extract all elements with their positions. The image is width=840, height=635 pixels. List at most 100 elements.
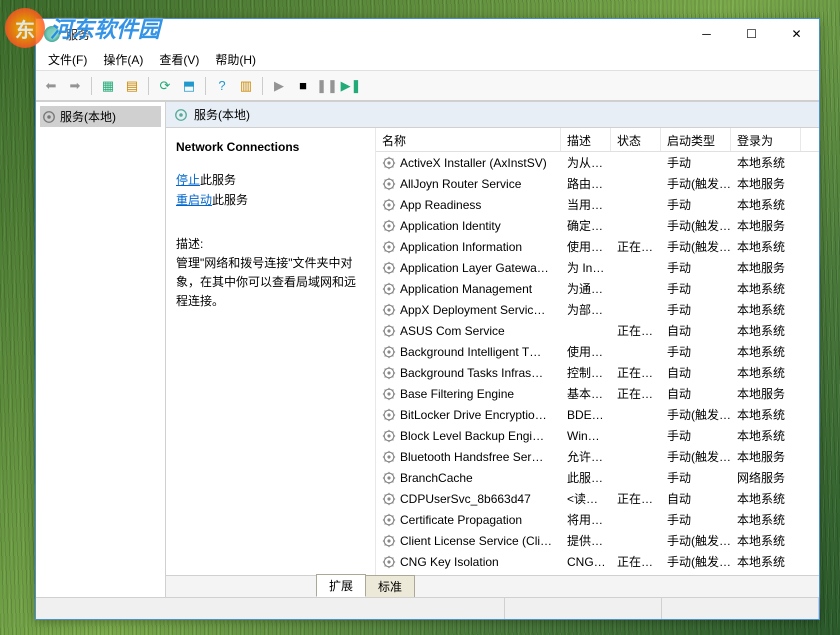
pause-service-button: ❚❚ bbox=[316, 75, 338, 97]
service-row[interactable]: CDPUserSvc_8b663d47<读…正在…自动本地系统 bbox=[376, 488, 819, 509]
tree-pane: 服务(本地) bbox=[36, 102, 166, 597]
service-status bbox=[611, 413, 661, 417]
service-name: Application Management bbox=[400, 282, 532, 296]
selected-service-name: Network Connections bbox=[176, 140, 365, 154]
stop-service-link[interactable]: 停止 bbox=[176, 173, 200, 187]
service-desc: 允许… bbox=[561, 446, 611, 467]
service-row[interactable]: Application Identity确定…手动(触发…本地服务 bbox=[376, 215, 819, 236]
service-desc: 为部… bbox=[561, 299, 611, 320]
pane-title: 服务(本地) bbox=[194, 106, 250, 123]
service-row[interactable]: Block Level Backup Engi…Win…手动本地系统 bbox=[376, 425, 819, 446]
titlebar[interactable]: 服务 ─ ☐ ✕ bbox=[36, 19, 819, 49]
service-row[interactable]: ActiveX Installer (AxInstSV)为从…手动本地系统 bbox=[376, 152, 819, 173]
menu-help[interactable]: 帮助(H) bbox=[207, 49, 264, 70]
service-name: AppX Deployment Servic… bbox=[400, 303, 545, 317]
service-startup: 手动 bbox=[661, 257, 731, 278]
service-startup: 手动 bbox=[661, 194, 731, 215]
help-button[interactable]: ? bbox=[211, 75, 233, 97]
service-row[interactable]: Certificate Propagation将用…手动本地系统 bbox=[376, 509, 819, 530]
service-name: Block Level Backup Engi… bbox=[400, 429, 544, 443]
service-startup: 手动(触发… bbox=[661, 404, 731, 425]
service-name: Application Identity bbox=[400, 219, 501, 233]
gear-icon bbox=[382, 345, 396, 359]
service-desc: 确定… bbox=[561, 215, 611, 236]
service-desc: 为 In… bbox=[561, 257, 611, 278]
menu-view[interactable]: 查看(V) bbox=[151, 49, 207, 70]
export-button[interactable]: ⟳ bbox=[154, 75, 176, 97]
service-startup: 手动 bbox=[661, 278, 731, 299]
gear-icon bbox=[42, 110, 56, 124]
minimize-button[interactable]: ─ bbox=[684, 19, 729, 49]
gear-icon bbox=[382, 156, 396, 170]
service-status bbox=[611, 539, 661, 543]
service-logon: 本地系统 bbox=[731, 152, 801, 173]
menu-action[interactable]: 操作(A) bbox=[95, 49, 151, 70]
service-status bbox=[611, 308, 661, 312]
service-name: CDPUserSvc_8b663d47 bbox=[400, 492, 531, 506]
service-status bbox=[611, 203, 661, 207]
service-row[interactable]: Bluetooth Handsfree Ser…允许…手动(触发…本地服务 bbox=[376, 446, 819, 467]
gear-icon bbox=[382, 555, 396, 569]
service-status bbox=[611, 518, 661, 522]
service-status bbox=[611, 350, 661, 354]
service-logon: 本地系统 bbox=[731, 362, 801, 383]
column-description[interactable]: 描述 bbox=[561, 128, 611, 151]
service-status bbox=[611, 287, 661, 291]
menubar: 文件(F) 操作(A) 查看(V) 帮助(H) bbox=[36, 49, 819, 71]
service-logon: 本地服务 bbox=[731, 446, 801, 467]
restart-service-button[interactable]: ▶❚ bbox=[340, 75, 362, 97]
service-list[interactable]: 名称 描述 状态 启动类型 登录为 ActiveX Installer (AxI… bbox=[376, 128, 819, 575]
service-row[interactable]: Client License Service (Cli…提供…手动(触发…本地系… bbox=[376, 530, 819, 551]
tab-standard[interactable]: 标准 bbox=[365, 575, 415, 597]
service-desc: 使用… bbox=[561, 236, 611, 257]
service-row[interactable]: AppX Deployment Servic…为部…手动本地系统 bbox=[376, 299, 819, 320]
service-startup: 手动(触发… bbox=[661, 173, 731, 194]
service-row[interactable]: BranchCache此服…手动网络服务 bbox=[376, 467, 819, 488]
service-desc: 此服… bbox=[561, 467, 611, 488]
service-logon: 本地系统 bbox=[731, 530, 801, 551]
service-row[interactable]: BitLocker Drive Encryptio…BDE…手动(触发…本地系统 bbox=[376, 404, 819, 425]
service-status bbox=[611, 161, 661, 165]
view-tabs: 扩展 标准 bbox=[166, 575, 819, 597]
properties-button[interactable]: ▤ bbox=[121, 75, 143, 97]
service-row[interactable]: Background Intelligent T…使用…手动本地系统 bbox=[376, 341, 819, 362]
menu-file[interactable]: 文件(F) bbox=[40, 49, 95, 70]
back-button: ⬅ bbox=[40, 75, 62, 97]
close-button[interactable]: ✕ bbox=[774, 19, 819, 49]
tab-extended[interactable]: 扩展 bbox=[316, 574, 366, 597]
column-logon[interactable]: 登录为 bbox=[731, 128, 801, 151]
service-row[interactable]: CNG Key IsolationCNG…正在…手动(触发…本地系统 bbox=[376, 551, 819, 572]
refresh-button[interactable]: ⬒ bbox=[178, 75, 200, 97]
service-name: App Readiness bbox=[400, 198, 481, 212]
column-status[interactable]: 状态 bbox=[611, 128, 661, 151]
service-row[interactable]: Background Tasks Infras…控制…正在…自动本地系统 bbox=[376, 362, 819, 383]
show-hide-tree-button[interactable]: ▦ bbox=[97, 75, 119, 97]
service-startup: 自动 bbox=[661, 320, 731, 341]
column-startup[interactable]: 启动类型 bbox=[661, 128, 731, 151]
service-row[interactable]: AllJoyn Router Service路由…手动(触发…本地服务 bbox=[376, 173, 819, 194]
service-logon: 本地系统 bbox=[731, 236, 801, 257]
service-name: Background Intelligent T… bbox=[400, 345, 541, 359]
maximize-button[interactable]: ☐ bbox=[729, 19, 774, 49]
tree-item-services-local[interactable]: 服务(本地) bbox=[40, 106, 161, 127]
restart-service-link[interactable]: 重启动 bbox=[176, 193, 212, 207]
service-desc: 提供… bbox=[561, 530, 611, 551]
service-row[interactable]: ASUS Com Service正在…自动本地系统 bbox=[376, 320, 819, 341]
gear-icon bbox=[382, 177, 396, 191]
service-name: ActiveX Installer (AxInstSV) bbox=[400, 156, 547, 170]
service-row[interactable]: Application Information使用…正在…手动(触发…本地系统 bbox=[376, 236, 819, 257]
column-button[interactable]: ▥ bbox=[235, 75, 257, 97]
service-name: Application Information bbox=[400, 240, 522, 254]
stop-service-button[interactable]: ■ bbox=[292, 75, 314, 97]
service-logon: 本地服务 bbox=[731, 383, 801, 404]
service-name: Application Layer Gatewa… bbox=[400, 261, 549, 275]
service-row[interactable]: Application Layer Gatewa…为 In…手动本地服务 bbox=[376, 257, 819, 278]
service-row[interactable]: Application Management为通…手动本地系统 bbox=[376, 278, 819, 299]
service-row[interactable]: Base Filtering Engine基本…正在…自动本地服务 bbox=[376, 383, 819, 404]
column-name[interactable]: 名称 bbox=[376, 128, 561, 151]
service-row[interactable]: App Readiness当用…手动本地系统 bbox=[376, 194, 819, 215]
gear-icon bbox=[382, 219, 396, 233]
service-name: AllJoyn Router Service bbox=[400, 177, 521, 191]
service-name: ASUS Com Service bbox=[400, 324, 505, 338]
service-status bbox=[611, 182, 661, 186]
